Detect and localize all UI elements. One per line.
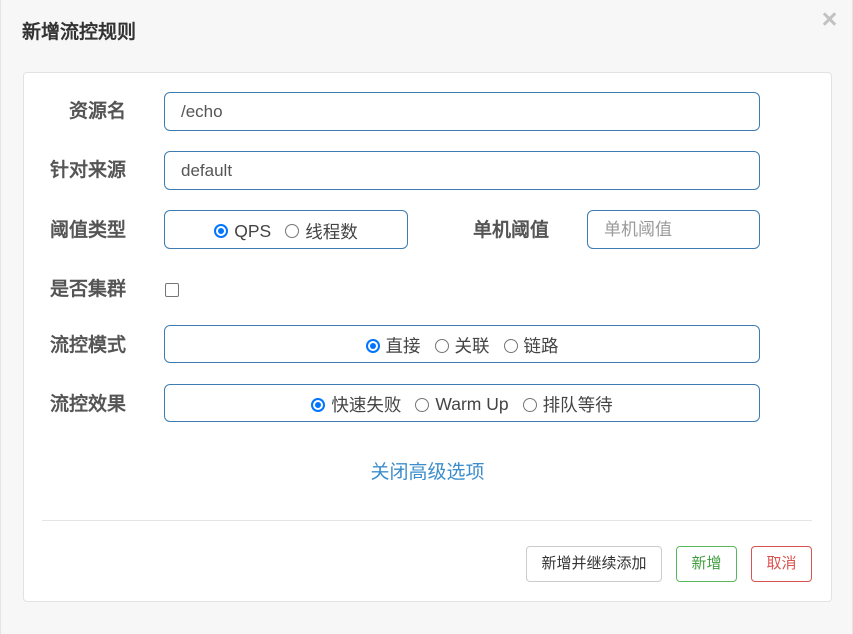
strategy-option-relate[interactable]: 关联: [434, 330, 490, 358]
radio-label: 排队等待: [542, 395, 613, 415]
strategy-option-direct[interactable]: 直接: [365, 330, 421, 358]
radio-button[interactable]: [311, 397, 326, 412]
strategy-option-chain[interactable]: 链路: [503, 330, 559, 358]
dialog-title: 新增流控规则: [22, 22, 137, 43]
radio-button[interactable]: [434, 338, 449, 353]
radio-label: 线程数: [305, 221, 358, 242]
limit-app-label: 针对来源: [49, 160, 126, 181]
advanced-options-toggle-link[interactable]: 关闭高级选项: [24, 461, 831, 485]
radio-label: Warm Up: [435, 394, 509, 414]
behavior-option-warm-up[interactable]: Warm Up: [415, 391, 509, 415]
control-behavior-label: 流控效果: [49, 394, 126, 415]
rule-form-panel: 资源名 针对来源 阈值类型 QPS 线程数 单机阈值 是否集群 流控模式: [23, 72, 832, 602]
count-input[interactable]: [587, 210, 760, 249]
cancel-button[interactable]: 取消: [751, 546, 812, 582]
grade-label: 阈值类型: [49, 220, 126, 241]
radio-button[interactable]: [503, 338, 518, 353]
behavior-option-queue[interactable]: 排队等待: [522, 389, 613, 417]
limit-app-input[interactable]: [164, 151, 760, 190]
radio-button[interactable]: [365, 338, 380, 353]
behavior-option-fail-fast[interactable]: 快速失败: [311, 389, 401, 417]
close-icon[interactable]: ×: [818, 5, 841, 33]
radio-label: 关联: [454, 336, 490, 356]
add-button[interactable]: 新增: [676, 546, 737, 582]
resource-label: 资源名: [68, 101, 126, 122]
radio-button[interactable]: [285, 224, 300, 238]
cluster-checkbox[interactable]: [165, 283, 179, 297]
resource-input[interactable]: [164, 92, 760, 131]
radio-button[interactable]: [214, 224, 229, 238]
control-behavior-radio-group: 快速失败 Warm Up 排队等待: [164, 384, 760, 422]
radio-button[interactable]: [415, 397, 430, 412]
grade-option-qps[interactable]: QPS: [214, 218, 271, 242]
radio-label: QPS: [234, 220, 272, 241]
count-label: 单机阈值: [473, 220, 550, 241]
grade-option-thread[interactable]: 线程数: [285, 216, 358, 244]
add-flow-rule-dialog: 新增流控规则 × 资源名 针对来源 阈值类型 QPS 线程数 单机阈值 是否集群…: [0, 0, 853, 634]
add-and-continue-button[interactable]: 新增并继续添加: [526, 546, 662, 582]
strategy-radio-group: 直接 关联 链路: [164, 325, 760, 363]
footer-divider: [42, 520, 812, 521]
radio-label: 直接: [385, 336, 421, 356]
radio-button[interactable]: [522, 397, 537, 412]
strategy-label: 流控模式: [49, 335, 126, 356]
cluster-label: 是否集群: [49, 279, 126, 300]
radio-label: 链路: [523, 336, 559, 356]
radio-label: 快速失败: [331, 395, 402, 415]
grade-radio-group: QPS 线程数: [164, 210, 408, 249]
